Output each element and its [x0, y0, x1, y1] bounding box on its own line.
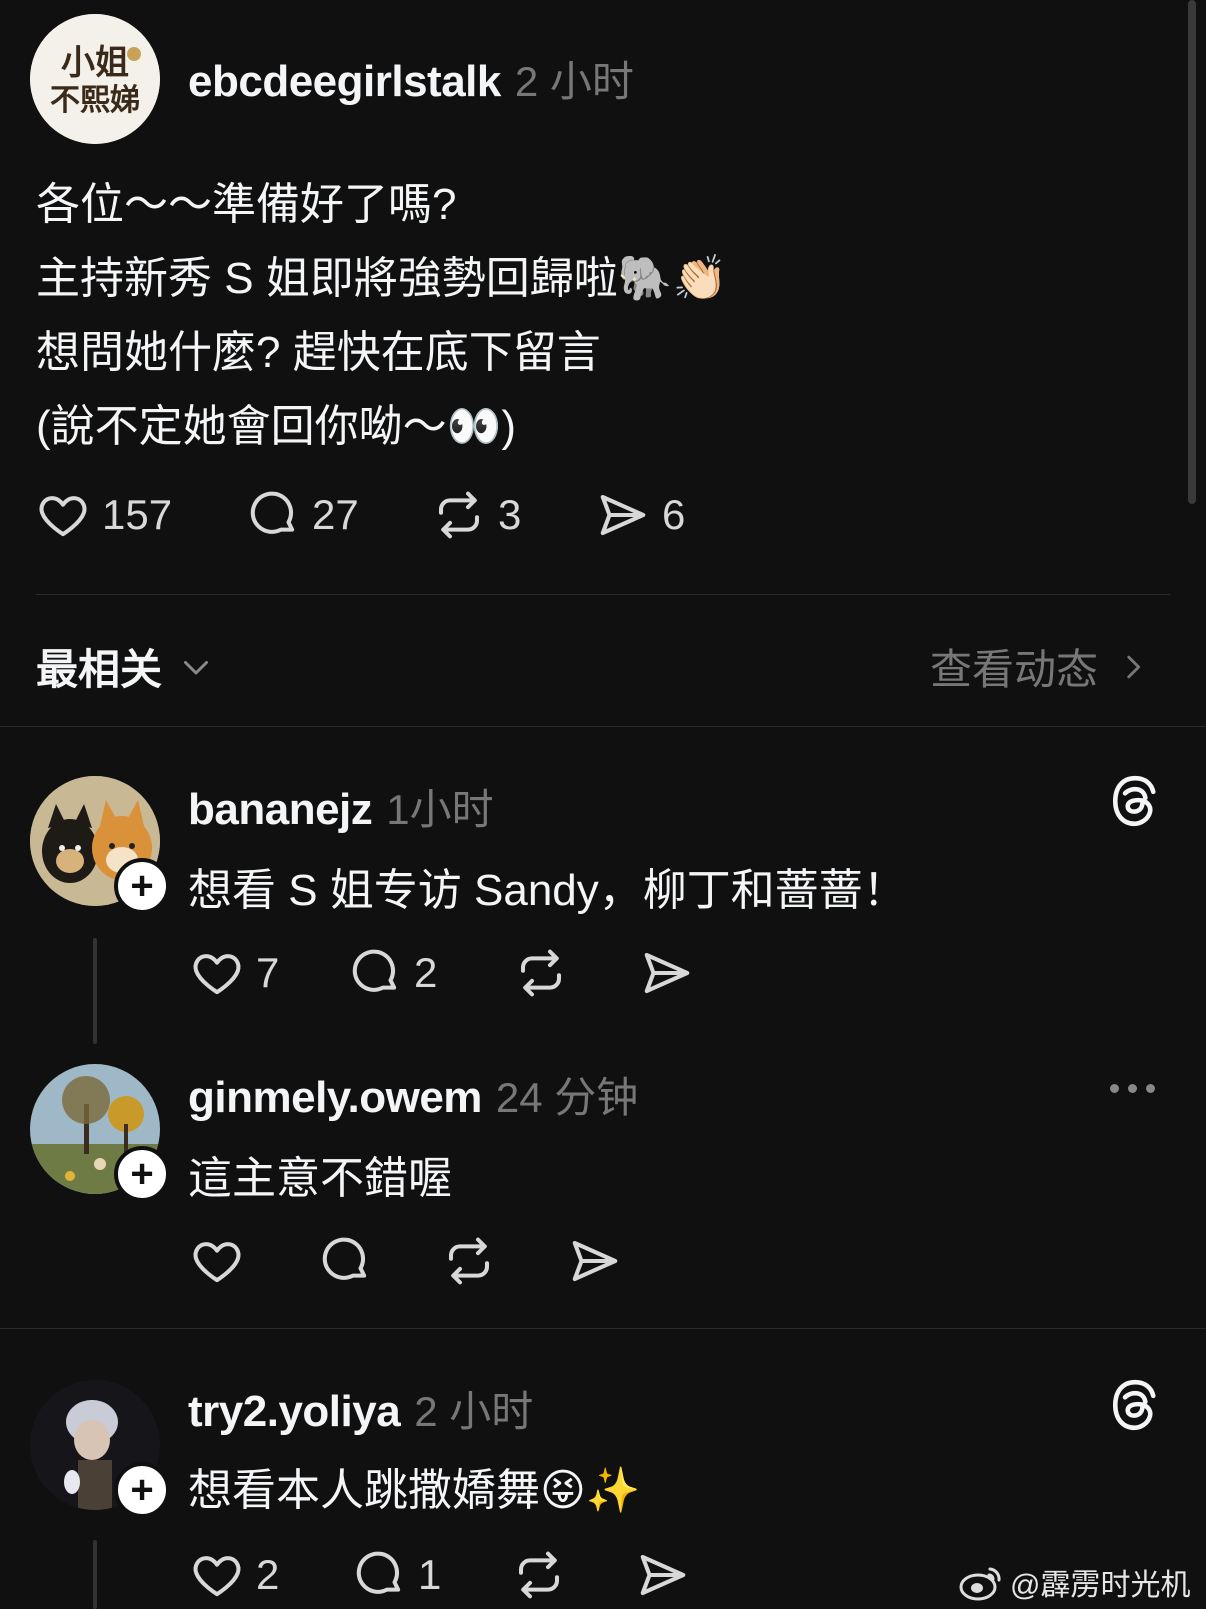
sort-dropdown[interactable]: 最相关 — [36, 636, 214, 697]
post-text-line: 各位～～準備好了嗎? — [36, 180, 457, 229]
thread-line — [93, 938, 97, 1044]
reply-actions: 2 1 — [190, 1548, 690, 1602]
post-username[interactable]: ebcdeegirlstalk — [188, 57, 501, 107]
reply-text: 想看 S 姐专访 Sandy，柳丁和蔷蔷！ — [188, 866, 907, 915]
post-text-line: 主持新秀 S 姐即將強勢回歸啦🐘👏🏻 — [36, 254, 728, 303]
comment-icon — [352, 949, 397, 992]
reply-text: 這主意不錯喔 — [188, 1154, 452, 1203]
reply-header: try2.yoliya 2 小时 — [188, 1378, 533, 1439]
chevron-down-icon — [184, 660, 209, 674]
comment-count: 2 — [414, 949, 438, 996]
comment-button[interactable]: 1 — [352, 1548, 512, 1602]
post-actions: 157 27 3 6 — [36, 488, 685, 542]
repost-icon — [438, 491, 480, 539]
sort-label: 最相关 — [36, 646, 163, 693]
threads-icon — [1112, 1379, 1156, 1431]
thread-line — [93, 1540, 97, 1609]
reply-username[interactable]: try2.yoliya — [188, 1387, 401, 1437]
weibo-logo-icon — [959, 1567, 1001, 1601]
comment-button[interactable]: 2 — [348, 946, 514, 1000]
reply-header: ginmely.owem 24 分钟 — [188, 1064, 638, 1125]
threads-button[interactable] — [1110, 774, 1160, 833]
reply-username[interactable]: ginmely.owem — [188, 1073, 482, 1123]
send-icon — [572, 1240, 618, 1282]
like-button[interactable]: 157 — [36, 488, 246, 542]
reply-actions — [190, 1234, 622, 1288]
watermark-text: @霹雳时光机 — [1010, 1569, 1191, 1602]
share-button[interactable] — [568, 1234, 622, 1288]
follow-button[interactable]: + — [114, 858, 170, 914]
send-icon — [644, 952, 690, 994]
share-button[interactable] — [640, 946, 694, 1000]
comment-count: 1 — [418, 1551, 442, 1598]
svg-text:小姐: 小姐 — [61, 43, 129, 83]
repost-icon — [518, 1551, 560, 1599]
repost-button[interactable] — [514, 946, 640, 1000]
share-button[interactable]: 6 — [596, 488, 685, 542]
like-button[interactable]: 7 — [190, 946, 348, 1000]
reply-header: bananejz 1小时 — [188, 776, 494, 837]
reply-time: 24 分钟 — [495, 1074, 639, 1121]
plus-icon: + — [130, 863, 154, 908]
plus-icon: + — [130, 1467, 154, 1512]
share-button[interactable] — [636, 1548, 690, 1602]
threads-button[interactable] — [1110, 1378, 1160, 1437]
repost-count: 3 — [498, 491, 522, 538]
reply-text: 想看本人跳撒嬌舞😝✨ — [188, 1466, 641, 1515]
post-header: ebcdeegirlstalk 2 小时 — [188, 48, 634, 109]
like-count: 2 — [256, 1551, 280, 1598]
send-icon — [600, 494, 646, 536]
svg-text:不熙娣: 不熙娣 — [50, 83, 140, 118]
post-text-line: (說不定她會回你呦～👀) — [36, 402, 517, 451]
view-activity-link[interactable]: 查看动态 — [930, 636, 1150, 697]
repost-icon — [520, 949, 562, 997]
share-count: 6 — [662, 491, 686, 538]
heart-icon — [39, 496, 87, 537]
watermark: @霹雳时光机 — [958, 1560, 1190, 1604]
more-dots-icon — [1110, 1084, 1155, 1093]
brand-logo-icon: 小姐 不熙娣 — [30, 14, 160, 144]
threads-icon — [1112, 775, 1156, 827]
comment-icon — [322, 1237, 367, 1280]
reply-actions: 7 2 — [190, 946, 694, 1000]
view-activity-label: 查看动态 — [930, 646, 1099, 693]
reply-time: 1小时 — [386, 786, 494, 833]
heart-icon — [193, 1242, 241, 1283]
reply-time: 2 小时 — [414, 1388, 534, 1435]
comment-button[interactable]: 27 — [246, 488, 432, 542]
divider — [0, 1328, 1206, 1329]
divider — [0, 726, 1206, 727]
like-count: 157 — [102, 491, 173, 538]
heart-icon — [193, 1556, 241, 1597]
repost-icon — [448, 1237, 490, 1285]
follow-button[interactable]: + — [114, 1146, 170, 1202]
repost-button[interactable] — [442, 1234, 568, 1288]
repost-button[interactable] — [512, 1548, 636, 1602]
post-time: 2 小时 — [514, 58, 634, 105]
scrollbar[interactable] — [1188, 0, 1196, 504]
more-options-button[interactable] — [1110, 1084, 1155, 1093]
comment-icon — [250, 491, 295, 534]
reply-username[interactable]: bananejz — [188, 785, 373, 835]
post-author-avatar[interactable]: 小姐 不熙娣 — [30, 14, 160, 144]
send-icon — [640, 1554, 686, 1596]
heart-icon — [193, 954, 241, 995]
like-button[interactable]: 2 — [190, 1548, 352, 1602]
repost-button[interactable]: 3 — [432, 488, 596, 542]
follow-button[interactable]: + — [114, 1462, 170, 1518]
post-text-line: 想問她什麼? 趕快在底下留言 — [36, 328, 601, 377]
like-button[interactable] — [190, 1234, 318, 1288]
comment-button[interactable] — [318, 1234, 442, 1288]
comment-count: 27 — [312, 491, 359, 538]
plus-icon: + — [130, 1151, 154, 1196]
chevron-right-icon — [1127, 655, 1141, 678]
post-body: 各位～～準備好了嗎? 主持新秀 S 姐即將強勢回歸啦🐘👏🏻 想問她什麼? 趕快在… — [36, 168, 727, 464]
comment-icon — [356, 1551, 401, 1594]
like-count: 7 — [256, 949, 280, 996]
divider — [36, 594, 1170, 595]
